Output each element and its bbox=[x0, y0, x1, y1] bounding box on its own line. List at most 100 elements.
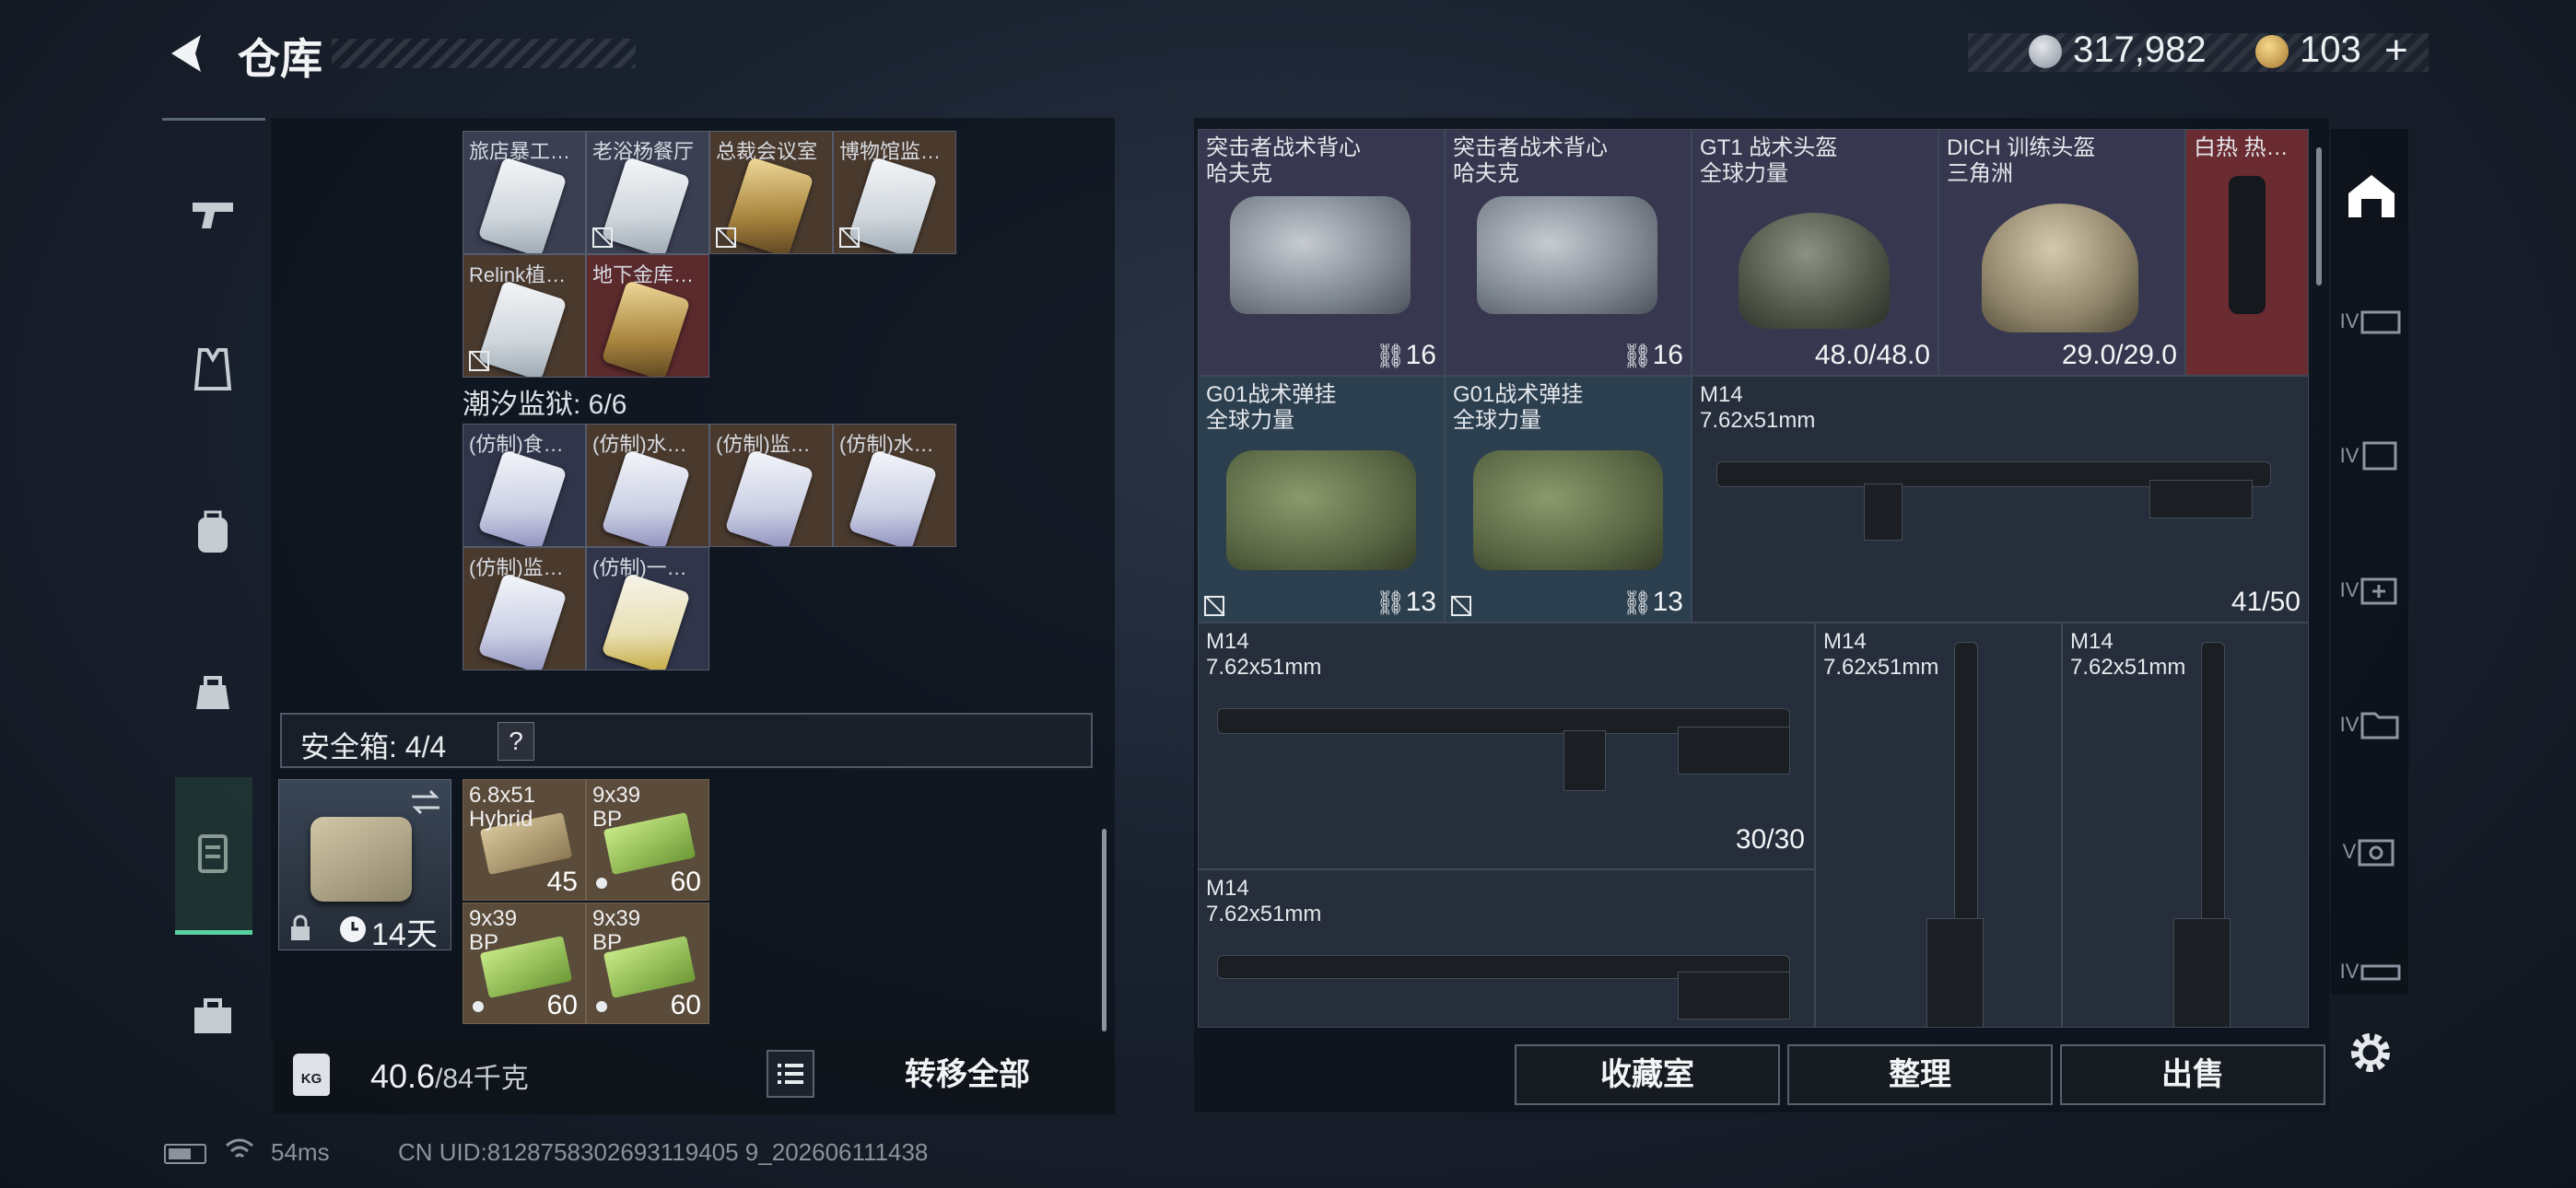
keycard-label: 旅店暴工… bbox=[469, 140, 571, 163]
inventory-item[interactable]: 突击者战术背心 哈夫克 ⛓16 bbox=[1445, 129, 1692, 376]
item-caliber: 7.62x51mm bbox=[1206, 902, 1322, 926]
help-button[interactable]: ? bbox=[498, 722, 534, 761]
inventory-item[interactable]: DICH 训练头盔 三角洲 29.0/29.0 bbox=[1938, 129, 2185, 376]
ping-readout: 54ms bbox=[271, 1138, 330, 1166]
keycard-image bbox=[477, 280, 568, 377]
item-caliber: 7.62x51mm bbox=[2070, 655, 2186, 680]
keycard-slot[interactable]: Relink植… bbox=[463, 254, 586, 378]
ammo-slot[interactable]: 9x39 BP 60 bbox=[463, 903, 586, 1024]
storage-tab-3[interactable]: IV bbox=[2338, 549, 2405, 632]
storage-tab-1[interactable]: IV bbox=[2338, 280, 2405, 363]
keycard-slot[interactable]: 博物馆监… bbox=[833, 131, 956, 254]
inventory-item[interactable]: G01战术弹挂 全球力量 ⛓13 bbox=[1198, 376, 1445, 623]
item-caliber: 7.62x51mm bbox=[1823, 655, 1939, 680]
rig-durability-icon: ⛓ bbox=[1622, 588, 1653, 616]
inventory-item-rifle[interactable]: M14 7.62x51mm 41/50 bbox=[1692, 376, 2309, 623]
storage-tab-main[interactable] bbox=[2338, 155, 2405, 238]
inventory-item-rifle[interactable]: M14 7.62x51mm bbox=[1198, 869, 1815, 1028]
left-scrollbar[interactable] bbox=[1102, 829, 1107, 1031]
sort-button[interactable]: 整理 bbox=[1787, 1044, 2053, 1105]
nav-armor[interactable] bbox=[173, 329, 252, 408]
nav-weapons[interactable] bbox=[173, 174, 252, 253]
keycard-slot[interactable]: (仿制)监… bbox=[709, 424, 833, 547]
keycard-slot[interactable]: 老浴杨餐厅 bbox=[586, 131, 709, 254]
transfer-all-button[interactable]: 转移全部 bbox=[848, 1044, 1087, 1105]
ammo-marker-icon bbox=[473, 1001, 484, 1012]
rifle-magazine bbox=[1563, 730, 1606, 791]
nav-backpack[interactable] bbox=[173, 493, 252, 572]
item-durability: ⛓13 bbox=[1376, 587, 1436, 618]
item-ammo-count: 41/50 bbox=[2231, 587, 2301, 617]
not-sellable-icon bbox=[839, 227, 860, 248]
inventory-item[interactable]: GT1 战术头盔 全球力量 48.0/48.0 bbox=[1692, 129, 1938, 376]
inventory-item[interactable]: G01战术弹挂 全球力量 ⛓13 bbox=[1445, 376, 1692, 623]
ammo-caliber: 6.8x51 bbox=[469, 783, 536, 808]
storage-tab-2[interactable]: IV bbox=[2338, 414, 2405, 497]
keycard-slot[interactable]: (仿制)水… bbox=[833, 424, 956, 547]
toolbox-icon bbox=[194, 998, 231, 1033]
list-view-button[interactable] bbox=[767, 1050, 814, 1098]
keycard-slot[interactable]: (仿制)水… bbox=[586, 424, 709, 547]
gold-coin-icon bbox=[2255, 35, 2289, 68]
tab-level: IV bbox=[2339, 578, 2359, 601]
safe-box-slot[interactable]: 14天 bbox=[278, 779, 451, 952]
inventory-item[interactable]: 突击者战术背心 哈夫克 ⛓16 bbox=[1198, 129, 1445, 376]
keycard-image bbox=[848, 157, 938, 253]
wifi-icon bbox=[226, 1138, 253, 1159]
ammo-count: 60 bbox=[670, 990, 701, 1020]
warehouse-icon bbox=[2348, 175, 2395, 217]
keycard-slot[interactable]: (仿制)监… bbox=[463, 547, 586, 670]
keycard-slot[interactable]: (仿制)食… bbox=[463, 424, 586, 547]
ammo-slot[interactable]: 9x39 BP 60 bbox=[586, 779, 709, 901]
item-caliber: 7.62x51mm bbox=[1206, 655, 1322, 680]
keycard-image bbox=[477, 449, 568, 546]
add-currency-button[interactable]: + bbox=[2384, 28, 2408, 74]
ammo-count: 60 bbox=[670, 867, 701, 897]
swap-icon[interactable] bbox=[408, 787, 443, 817]
inventory-item-rifle-vertical[interactable]: M14 7.62x51mm bbox=[2062, 623, 2309, 1028]
keycard-label: 总裁会议室 bbox=[716, 140, 818, 163]
settings-button[interactable] bbox=[2346, 1028, 2395, 1077]
ammo-count: 45 bbox=[546, 867, 578, 897]
chest-rig-image bbox=[1473, 450, 1663, 570]
gun-rack-icon bbox=[2360, 964, 2401, 981]
not-sellable-icon bbox=[1204, 596, 1224, 616]
inventory-scrollbar[interactable] bbox=[2316, 147, 2322, 285]
keycard-slot[interactable]: 总裁会议室 bbox=[709, 131, 833, 254]
tab-level: V bbox=[2342, 840, 2357, 863]
collection-room-button[interactable]: 收藏室 bbox=[1515, 1044, 1780, 1105]
storage-tab-4[interactable]: IV bbox=[2338, 683, 2405, 766]
keycard-image bbox=[601, 449, 691, 546]
bag-icon bbox=[196, 676, 229, 709]
safe-box-header: 安全箱: 4/4 ? bbox=[280, 713, 1093, 768]
nav-bag[interactable] bbox=[173, 651, 252, 730]
rifle-stock bbox=[2173, 918, 2231, 1027]
inventory-item-rifle-vertical[interactable]: M14 7.62x51mm bbox=[1815, 623, 2062, 1028]
sell-button[interactable]: 出售 bbox=[2060, 1044, 2325, 1105]
item-name: M14 bbox=[1700, 382, 1743, 407]
item-durability: 29.0/29.0 bbox=[2061, 340, 2177, 370]
pistol-icon bbox=[193, 203, 233, 228]
not-sellable-icon bbox=[469, 351, 489, 371]
tab-level: IV bbox=[2339, 444, 2359, 467]
inventory-item-rifle[interactable]: M14 7.62x51mm 30/30 bbox=[1198, 623, 1815, 869]
nav-tools[interactable] bbox=[173, 977, 252, 1056]
keycard-slot[interactable]: 地下金库… bbox=[586, 254, 709, 378]
keycard-image bbox=[477, 157, 568, 253]
inventory-item[interactable]: 白热 热… bbox=[2185, 129, 2309, 376]
item-ammo-count: 30/30 bbox=[1735, 824, 1805, 855]
keycard-image bbox=[477, 573, 568, 670]
item-durability-value: 13 bbox=[1405, 587, 1436, 617]
tab-level: IV bbox=[2339, 713, 2359, 736]
ammo-slot[interactable]: 9x39 BP 60 bbox=[586, 903, 709, 1024]
storage-tab-5[interactable]: V bbox=[2338, 810, 2405, 893]
storage-tab-6[interactable]: IV bbox=[2338, 930, 2405, 1013]
keycard-slot[interactable]: 旅店暴工… bbox=[463, 131, 586, 254]
keycard-slot[interactable]: (仿制)一… bbox=[586, 547, 709, 670]
player-uid: CN UID:8128758302693119405 9_20260611143… bbox=[398, 1138, 929, 1166]
back-button[interactable] bbox=[162, 28, 214, 79]
silver-coin-icon bbox=[2029, 35, 2062, 68]
item-durability: ⛓16 bbox=[1376, 340, 1436, 371]
ammo-slot[interactable]: 6.8x51 Hybrid 45 bbox=[463, 779, 586, 901]
search-case-icon bbox=[2358, 839, 2395, 867]
